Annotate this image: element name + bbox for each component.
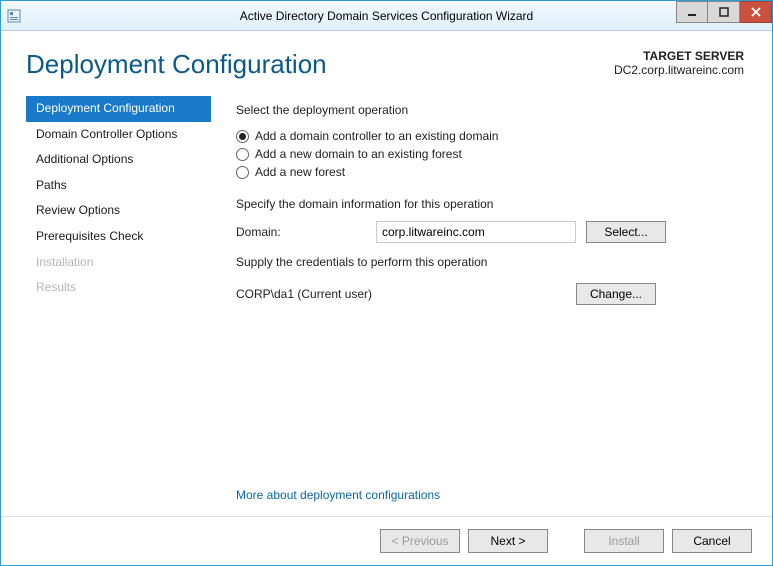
- next-button[interactable]: Next >: [468, 529, 548, 553]
- domain-input[interactable]: [376, 221, 576, 243]
- app-icon: [1, 2, 27, 30]
- credentials-row: CORP\da1 (Current user) Change...: [236, 283, 744, 305]
- sidebar-item-installation: Installation: [26, 250, 211, 276]
- header: Deployment Configuration TARGET SERVER D…: [1, 31, 772, 88]
- operation-radio-group: Add a domain controller to an existing d…: [236, 127, 744, 181]
- content: Deployment Configuration TARGET SERVER D…: [1, 31, 772, 565]
- spacer: [556, 529, 576, 553]
- radio-add-domain-existing-forest[interactable]: Add a new domain to an existing forest: [236, 145, 744, 163]
- install-button[interactable]: Install: [584, 529, 664, 553]
- sidebar-item-deployment-configuration[interactable]: Deployment Configuration: [26, 96, 211, 122]
- radio-label: Add a new domain to an existing forest: [255, 147, 462, 161]
- radio-label: Add a new forest: [255, 165, 345, 179]
- window-controls: [676, 1, 772, 23]
- radio-add-dc-existing-domain[interactable]: Add a domain controller to an existing d…: [236, 127, 744, 145]
- radio-icon: [236, 148, 249, 161]
- radio-add-new-forest[interactable]: Add a new forest: [236, 163, 744, 181]
- page-title: Deployment Configuration: [26, 49, 614, 80]
- credentials-section-label: Supply the credentials to perform this o…: [236, 255, 744, 269]
- window-title: Active Directory Domain Services Configu…: [1, 9, 772, 23]
- footer: < Previous Next > Install Cancel: [1, 516, 772, 565]
- cancel-button[interactable]: Cancel: [672, 529, 752, 553]
- target-value: DC2.corp.litwareinc.com: [614, 63, 744, 77]
- select-domain-button[interactable]: Select...: [586, 221, 666, 243]
- radio-icon: [236, 130, 249, 143]
- domain-row: Domain: Select...: [236, 221, 744, 243]
- wizard-window: Active Directory Domain Services Configu…: [0, 0, 773, 566]
- sidebar-item-dc-options[interactable]: Domain Controller Options: [26, 122, 211, 148]
- target-server-block: TARGET SERVER DC2.corp.litwareinc.com: [614, 49, 744, 77]
- sidebar-item-additional-options[interactable]: Additional Options: [26, 147, 211, 173]
- radio-label: Add a domain controller to an existing d…: [255, 129, 498, 143]
- main-panel: Select the deployment operation Add a do…: [211, 88, 744, 516]
- close-button[interactable]: [740, 1, 772, 23]
- sidebar-item-review-options[interactable]: Review Options: [26, 198, 211, 224]
- minimize-button[interactable]: [676, 1, 708, 23]
- domain-section-label: Specify the domain information for this …: [236, 197, 744, 211]
- sidebar: Deployment Configuration Domain Controll…: [26, 88, 211, 516]
- more-about-link[interactable]: More about deployment configurations: [236, 488, 440, 502]
- change-credentials-button[interactable]: Change...: [576, 283, 656, 305]
- maximize-button[interactable]: [708, 1, 740, 23]
- sidebar-item-paths[interactable]: Paths: [26, 173, 211, 199]
- previous-button[interactable]: < Previous: [380, 529, 460, 553]
- credentials-value: CORP\da1 (Current user): [236, 287, 566, 301]
- radio-icon: [236, 166, 249, 179]
- domain-label: Domain:: [236, 225, 366, 239]
- titlebar: Active Directory Domain Services Configu…: [1, 1, 772, 31]
- sidebar-item-results: Results: [26, 275, 211, 301]
- more-link-row: More about deployment configurations: [236, 488, 744, 516]
- target-label: TARGET SERVER: [614, 49, 744, 63]
- operation-label: Select the deployment operation: [236, 103, 744, 117]
- body: Deployment Configuration Domain Controll…: [1, 88, 772, 516]
- sidebar-item-prerequisites-check[interactable]: Prerequisites Check: [26, 224, 211, 250]
